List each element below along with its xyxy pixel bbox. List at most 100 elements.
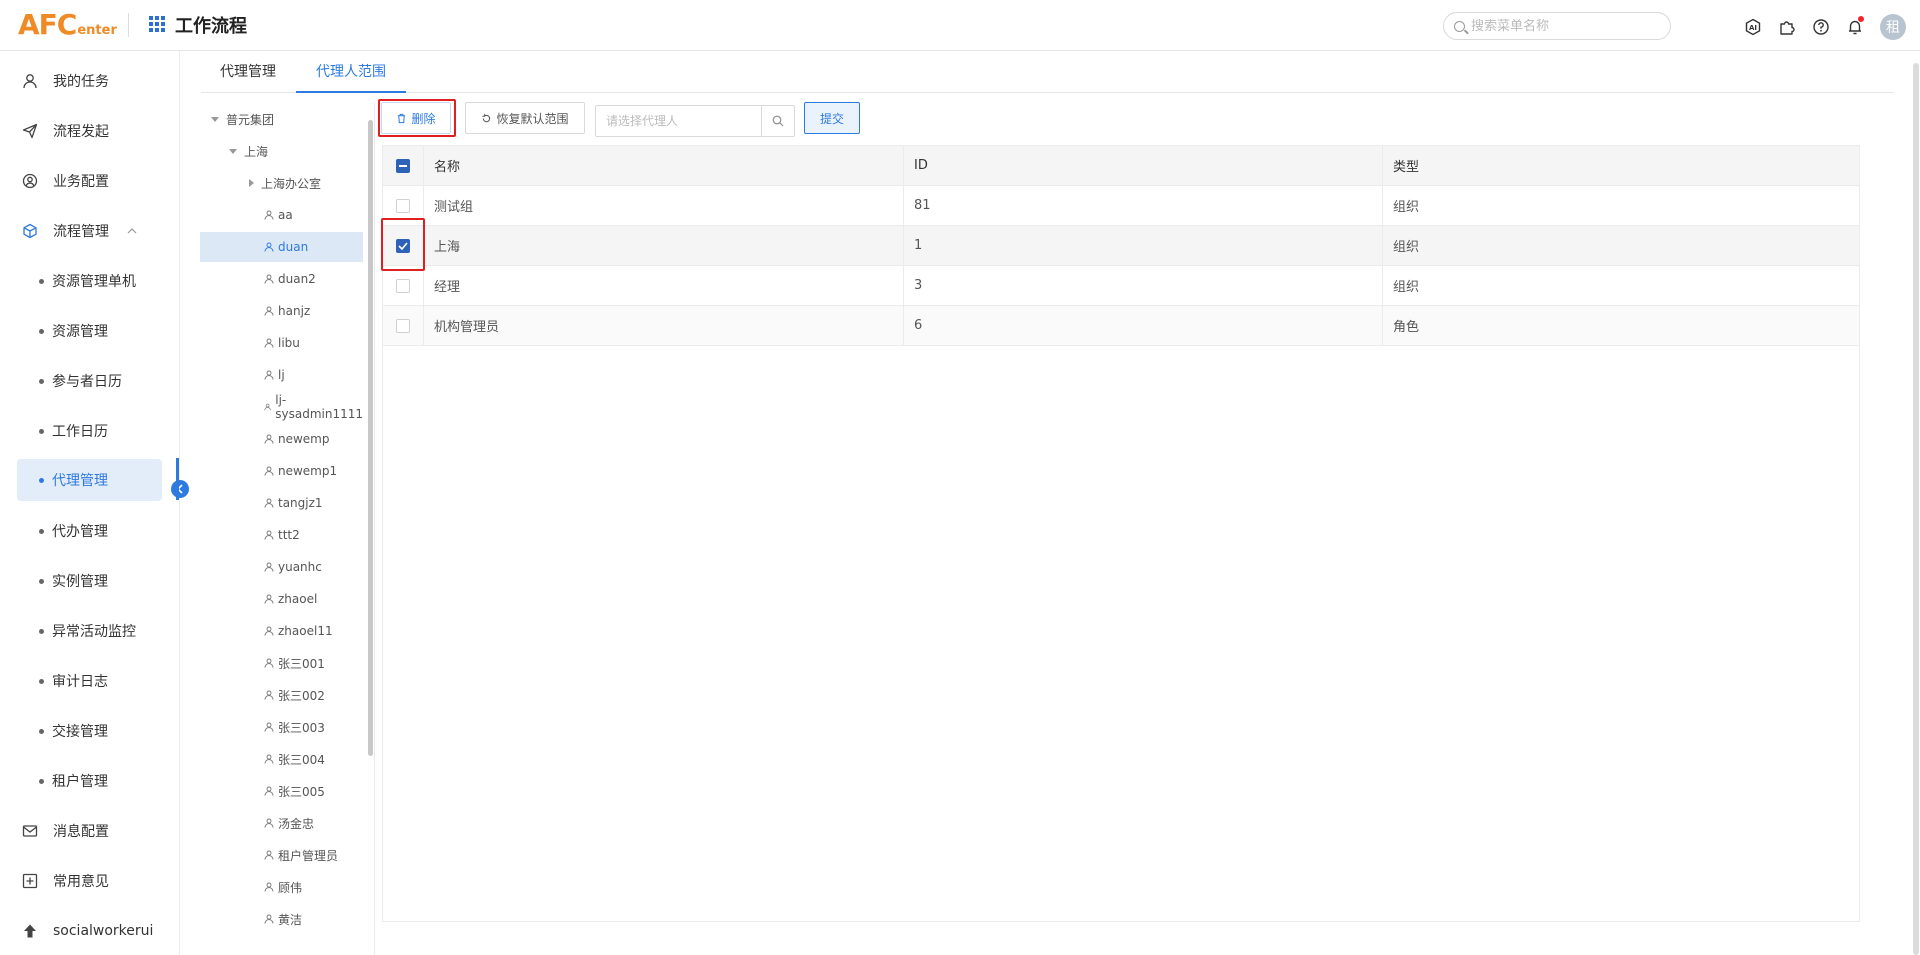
tree-node-user[interactable]: duan2 — [200, 264, 363, 294]
header-type[interactable]: 类型 — [1383, 146, 1859, 186]
sidebar-item-process-start[interactable]: 流程发起 — [17, 110, 162, 152]
submit-button[interactable]: 提交 — [804, 102, 860, 134]
app-title[interactable]: 工作流程 — [149, 12, 247, 38]
sidebar-item-audit-log[interactable]: 审计日志 — [17, 660, 162, 702]
delete-button[interactable]: 删除 — [381, 102, 451, 134]
tree-node-user[interactable]: 顾伟 — [200, 872, 363, 902]
cell-type: 组织 — [1393, 240, 1420, 255]
sidebar-item-resource-standalone[interactable]: 资源管理单机 — [17, 260, 162, 302]
row-checkbox[interactable] — [396, 278, 410, 293]
tree-node-user[interactable]: 租户管理员 — [200, 840, 363, 870]
sidebar-item-tenant-management[interactable]: 租户管理 — [17, 760, 162, 802]
tree-node-user[interactable]: duan — [200, 232, 363, 262]
restore-default-button[interactable]: 恢复默认范围 — [465, 102, 585, 134]
sidebar-item-label: 代理管理 — [52, 473, 108, 489]
sidebar-item-label: 实例管理 — [52, 574, 108, 590]
tree-node-user[interactable]: aa — [200, 200, 363, 230]
page-scrollbar[interactable] — [1913, 63, 1919, 955]
cell-type: 组织 — [1393, 280, 1420, 295]
row-checkbox[interactable] — [396, 318, 410, 333]
tree-node-user[interactable]: 张三003 — [200, 712, 363, 742]
tree-node-user[interactable]: 张三005 — [200, 776, 363, 806]
sidebar-item-exception-monitor[interactable]: 异常活动监控 — [17, 610, 162, 652]
sidebar-item-process-management[interactable]: 流程管理 — [17, 210, 162, 252]
tree-node-shanghai[interactable]: 上海 — [200, 136, 363, 166]
cell-id: 3 — [904, 265, 1383, 306]
row-checkbox-cell — [383, 305, 424, 346]
sidebar-item-common-opinions[interactable]: 常用意见 — [17, 860, 162, 902]
ai-icon[interactable]: AI — [1742, 16, 1764, 38]
bullet-dot — [39, 428, 44, 434]
sidebar-item-work-calendar[interactable]: 工作日历 — [17, 410, 162, 452]
search-icon — [1454, 20, 1465, 32]
sidebar-item-message-config[interactable]: 消息配置 — [17, 810, 162, 852]
select-all-checkbox[interactable] — [396, 158, 410, 173]
tree-node-user[interactable]: 张三004 — [200, 744, 363, 774]
table-row[interactable]: 机构管理员 6 角色 — [383, 305, 1859, 346]
sidebar-collapse-button[interactable] — [171, 480, 189, 498]
tree-node-label: 租户管理员 — [278, 848, 339, 863]
table-row[interactable]: 测试组 81 组织 — [383, 185, 1859, 226]
tree-node-user[interactable]: 黄洁 — [200, 904, 363, 934]
tree-node-user[interactable]: newemp1 — [200, 456, 363, 486]
tree-node-user[interactable]: tangjz1 — [200, 488, 363, 518]
sidebar-item-instance-management[interactable]: 实例管理 — [17, 560, 162, 602]
cell-type: 角色 — [1393, 320, 1420, 335]
cube-icon — [21, 222, 39, 240]
settings-user-icon — [21, 172, 39, 190]
tree-node-label: lj-sysadmin1111 — [275, 393, 363, 421]
tree-node-user[interactable]: 张三002 — [200, 680, 363, 710]
tree-node-user[interactable]: libu — [200, 328, 363, 358]
tree-node-shanghai-office[interactable]: 上海办公室 — [200, 168, 363, 198]
afc-logo[interactable]: AFC enter — [18, 8, 117, 40]
check-icon — [398, 241, 408, 250]
bell-icon[interactable] — [1844, 16, 1866, 38]
sidebar-item-socialworkerui[interactable]: socialworkerui — [17, 910, 162, 952]
tree-node-root[interactable]: 普元集团 — [200, 104, 363, 134]
tree-node-user[interactable]: lj — [200, 360, 363, 390]
sidebar-item-participant-calendar[interactable]: 参与者日历 — [17, 360, 162, 402]
tree-node-label: 汤金忠 — [278, 816, 315, 831]
mail-icon — [21, 822, 39, 840]
user-icon — [264, 434, 274, 444]
menu-search[interactable] — [1443, 12, 1671, 40]
menu-search-input[interactable] — [1471, 18, 1641, 34]
puzzle-icon[interactable] — [1776, 16, 1798, 38]
sidebar-item-resource-management[interactable]: 资源管理 — [17, 310, 162, 352]
cell-name: 测试组 — [424, 185, 904, 226]
row-checkbox-cell — [383, 225, 424, 266]
tab-agent-scope[interactable]: 代理人范围 — [296, 51, 406, 93]
row-checkbox[interactable] — [396, 198, 410, 213]
header-icons: AI 租 — [1742, 14, 1906, 40]
header-id[interactable]: ID — [904, 145, 1383, 186]
sidebar-item-label: 工作日历 — [52, 424, 108, 440]
sidebar-item-agent-management[interactable]: 代理管理 — [17, 459, 162, 501]
caret-down-icon — [211, 116, 219, 122]
agent-search-button[interactable] — [761, 106, 794, 136]
tree-node-user[interactable]: zhaoel — [200, 584, 363, 614]
agent-select[interactable] — [595, 105, 795, 137]
avatar[interactable]: 租 — [1880, 14, 1906, 40]
tree-node-user[interactable]: yuanhc — [200, 552, 363, 582]
sidebar-item-my-tasks[interactable]: 我的任务 — [17, 60, 162, 102]
help-icon[interactable] — [1810, 16, 1832, 38]
sidebar-item-handover-management[interactable]: 交接管理 — [17, 710, 162, 752]
tree-node-user[interactable]: zhaoel11 — [200, 616, 363, 646]
sidebar-item-business-config[interactable]: 业务配置 — [17, 160, 162, 202]
row-checkbox[interactable] — [396, 238, 410, 253]
logo-main-text: AFC — [18, 8, 77, 41]
tree-node-user[interactable]: 张三001 — [200, 648, 363, 678]
tree-node-user[interactable]: newemp — [200, 424, 363, 454]
tree-node-user[interactable]: ttt2 — [200, 520, 363, 550]
tree-node-label: duan — [278, 240, 309, 254]
tab-agent-management[interactable]: 代理管理 — [220, 51, 276, 93]
tree-scrollbar[interactable] — [368, 120, 373, 756]
tree-node-user[interactable]: lj-sysadmin1111 — [200, 392, 363, 422]
agent-select-input[interactable] — [596, 106, 761, 136]
table-row[interactable]: 上海 1 组织 — [383, 225, 1859, 266]
tree-node-user[interactable]: hanjz — [200, 296, 363, 326]
tree-node-user[interactable]: 汤金忠 — [200, 808, 363, 838]
sidebar-item-todo-management[interactable]: 代办管理 — [17, 510, 162, 552]
table-row[interactable]: 经理 3 组织 — [383, 265, 1859, 306]
header-name[interactable]: 名称 — [424, 145, 904, 186]
